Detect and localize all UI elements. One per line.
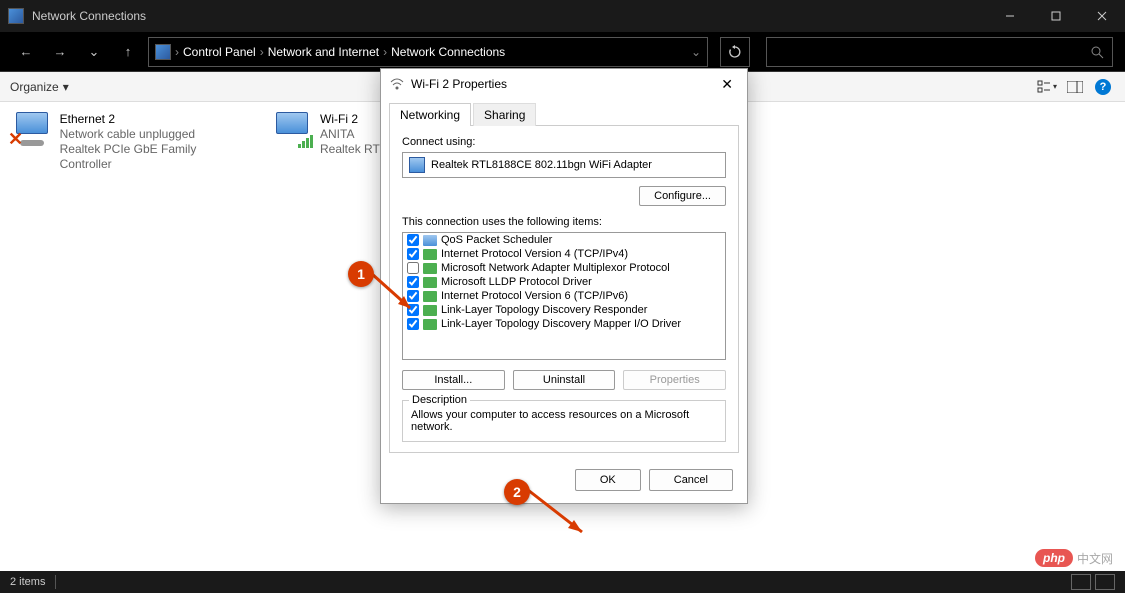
list-item[interactable]: Internet Protocol Version 4 (TCP/IPv4)	[403, 247, 725, 261]
item-checkbox[interactable]	[407, 262, 419, 274]
annotation-marker: 2	[504, 479, 530, 505]
adapter-field[interactable]: Realtek RTL8188CE 802.11bgn WiFi Adapter	[402, 152, 726, 178]
connection-status: ANITA	[320, 127, 380, 142]
connection-items-list[interactable]: QoS Packet Scheduler Internet Protocol V…	[402, 232, 726, 360]
wifi-properties-icon	[389, 76, 405, 92]
back-button[interactable]: ←	[12, 38, 40, 66]
window-titlebar: Network Connections	[0, 0, 1125, 32]
protocol-icon	[423, 305, 437, 316]
dialog-close-button[interactable]: ✕	[715, 74, 739, 95]
window-title: Network Connections	[32, 9, 987, 23]
maximize-button[interactable]	[1033, 0, 1079, 32]
item-checkbox[interactable]	[407, 276, 419, 288]
details-view-icon[interactable]	[1071, 574, 1091, 590]
close-button[interactable]	[1079, 0, 1125, 32]
list-item[interactable]: Microsoft LLDP Protocol Driver	[403, 275, 725, 289]
list-item[interactable]: Link-Layer Topology Discovery Responder	[403, 303, 725, 317]
recent-dropdown[interactable]: ⌄	[80, 38, 108, 66]
breadcrumb-mid[interactable]: Network and Internet	[268, 45, 379, 59]
install-button[interactable]: Install...	[402, 370, 505, 390]
list-item[interactable]: Microsoft Network Adapter Multiplexor Pr…	[403, 261, 725, 275]
items-label: This connection uses the following items…	[402, 216, 726, 228]
ok-button[interactable]: OK	[575, 469, 641, 491]
list-item[interactable]: Internet Protocol Version 6 (TCP/IPv6)	[403, 289, 725, 303]
organize-menu[interactable]: Organize ▾	[10, 80, 69, 94]
connection-device: Realtek RT	[320, 142, 380, 157]
up-button[interactable]: ↑	[114, 38, 142, 66]
connection-name: Wi-Fi 2	[320, 112, 380, 127]
forward-button[interactable]: →	[46, 38, 74, 66]
breadcrumb-chevron-icon[interactable]: ⌄	[691, 45, 701, 59]
dialog-titlebar[interactable]: Wi-Fi 2 Properties ✕	[381, 69, 747, 99]
configure-button[interactable]: Configure...	[639, 186, 726, 206]
item-checkbox[interactable]	[407, 318, 419, 330]
protocol-icon	[423, 235, 437, 246]
protocol-icon	[423, 263, 437, 274]
cancel-button[interactable]: Cancel	[649, 469, 733, 491]
app-icon	[8, 8, 24, 24]
navigation-bar: ← → ⌄ ↑ › Control Panel › Network and In…	[0, 32, 1125, 72]
help-icon: ?	[1095, 79, 1111, 95]
item-checkbox[interactable]	[407, 304, 419, 316]
annotation-marker: 1	[348, 261, 374, 287]
protocol-icon	[423, 277, 437, 288]
watermark: php 中文网	[1035, 549, 1113, 567]
item-count: 2 items	[10, 576, 45, 588]
ethernet-icon: ✕	[10, 112, 52, 148]
refresh-button[interactable]	[720, 37, 750, 67]
minimize-button[interactable]	[987, 0, 1033, 32]
search-icon	[1090, 45, 1104, 59]
description-box: Description Allows your computer to acce…	[402, 400, 726, 442]
protocol-icon	[423, 291, 437, 302]
view-options-button[interactable]: ▾	[1035, 75, 1059, 99]
chevron-down-icon: ▾	[63, 80, 69, 94]
watermark-text: 中文网	[1077, 550, 1113, 567]
status-bar: 2 items	[0, 571, 1125, 593]
preview-pane-button[interactable]	[1063, 75, 1087, 99]
item-checkbox[interactable]	[407, 248, 419, 260]
item-checkbox[interactable]	[407, 290, 419, 302]
properties-dialog: Wi-Fi 2 Properties ✕ Networking Sharing …	[380, 68, 748, 504]
properties-button[interactable]: Properties	[623, 370, 726, 390]
watermark-brand: php	[1035, 549, 1073, 567]
thumbnails-view-icon[interactable]	[1095, 574, 1115, 590]
description-text: Allows your computer to access resources…	[411, 409, 717, 433]
breadcrumb-leaf[interactable]: Network Connections	[391, 45, 505, 59]
tab-sharing[interactable]: Sharing	[473, 103, 536, 126]
connection-status: Network cable unplugged	[60, 127, 250, 142]
help-button[interactable]: ?	[1091, 75, 1115, 99]
breadcrumb[interactable]: › Control Panel › Network and Internet ›…	[148, 37, 708, 67]
item-checkbox[interactable]	[407, 234, 419, 246]
protocol-icon	[423, 249, 437, 260]
breadcrumb-icon	[155, 44, 171, 60]
protocol-icon	[423, 319, 437, 330]
connect-using-label: Connect using:	[402, 136, 726, 148]
list-item[interactable]: Link-Layer Topology Discovery Mapper I/O…	[403, 317, 725, 331]
connection-device: Realtek PCIe GbE Family Controller	[60, 142, 250, 172]
tab-panel: Connect using: Realtek RTL8188CE 802.11b…	[389, 125, 739, 453]
breadcrumb-root[interactable]: Control Panel	[183, 45, 256, 59]
adapter-icon	[409, 157, 425, 173]
connection-ethernet[interactable]: ✕ Ethernet 2 Network cable unplugged Rea…	[10, 112, 250, 172]
disconnected-icon: ✕	[8, 129, 23, 150]
dialog-title: Wi-Fi 2 Properties	[411, 77, 715, 91]
adapter-name: Realtek RTL8188CE 802.11bgn WiFi Adapter	[431, 159, 652, 171]
connection-name: Ethernet 2	[60, 112, 250, 127]
list-item[interactable]: QoS Packet Scheduler	[403, 233, 725, 247]
wifi-icon	[270, 112, 312, 148]
uninstall-button[interactable]: Uninstall	[513, 370, 616, 390]
tab-networking[interactable]: Networking	[389, 103, 471, 126]
description-legend: Description	[409, 394, 470, 406]
search-input[interactable]	[766, 37, 1113, 67]
